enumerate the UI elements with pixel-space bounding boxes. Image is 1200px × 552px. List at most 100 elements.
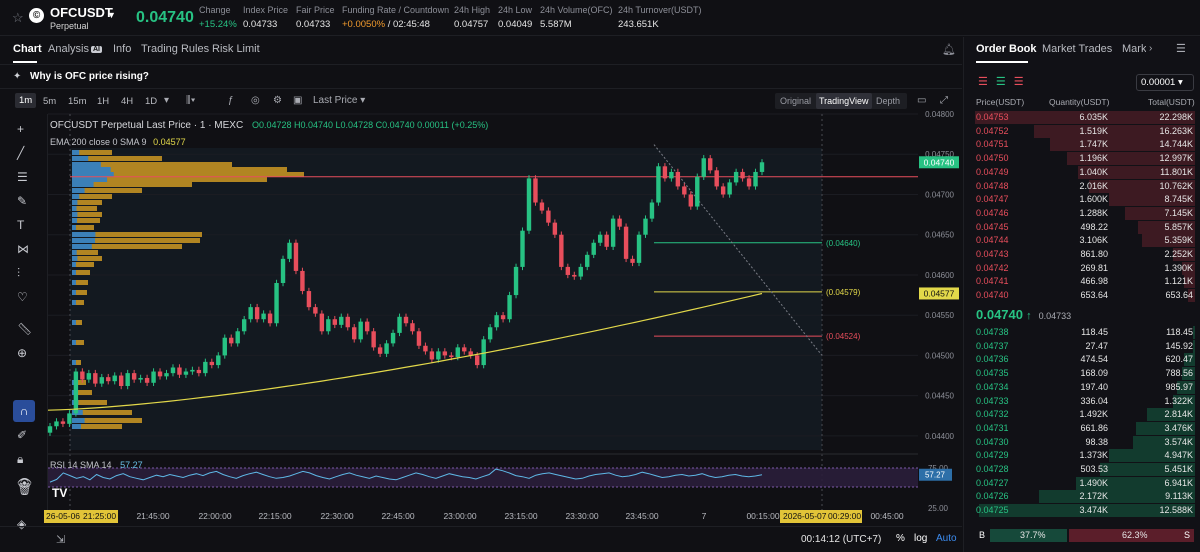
volume-profile-bar xyxy=(72,200,78,205)
volume-profile-bar xyxy=(72,167,111,172)
ask-row[interactable]: 0.04745 498.22 5.857K xyxy=(964,220,1200,235)
ask-row[interactable]: 0.04742 269.81 1.390K xyxy=(964,261,1200,276)
bid-total: 6.941K xyxy=(1164,477,1193,488)
tab-mark[interactable]: Mark xyxy=(1122,43,1146,55)
ask-row[interactable]: 0.04752 1.519K 16.263K xyxy=(964,124,1200,139)
candle-body xyxy=(436,351,441,360)
volume-profile-bar xyxy=(72,177,108,182)
mid-price-value: 0.04740 xyxy=(976,307,1023,322)
bid-quantity: 1.492K xyxy=(1079,409,1108,420)
candle-body xyxy=(54,421,59,427)
candle-body xyxy=(449,355,454,358)
ask-price: 0.04743 xyxy=(976,249,1009,259)
bid-row[interactable]: 0.04729 1.373K 4.947K xyxy=(964,449,1200,463)
ask-total: 12.997K xyxy=(1159,153,1193,164)
bid-row[interactable]: 0.04728 503.53 5.451K xyxy=(964,463,1200,477)
bid-row[interactable]: 0.04731 661.86 3.476K xyxy=(964,421,1200,436)
both-sides-view-icon[interactable]: ☰ xyxy=(978,76,988,88)
volume-profile-bar xyxy=(72,156,89,161)
bids-view-icon[interactable]: ☰ xyxy=(996,76,1006,88)
bid-row[interactable]: 0.04737 27.47 145.92 xyxy=(964,339,1200,354)
ask-row[interactable]: 0.04747 1.600K 8.745K xyxy=(964,193,1200,207)
candle-body xyxy=(319,313,325,332)
bid-row[interactable]: 0.04725 3.474K 12.588K xyxy=(964,504,1200,518)
candle-body xyxy=(623,226,629,259)
candle-body xyxy=(597,234,603,243)
candle-body xyxy=(177,367,182,375)
ask-row[interactable]: 0.04750 1.196K 12.997K xyxy=(964,152,1200,166)
candle-body xyxy=(682,186,687,195)
precision-select[interactable]: 0.00001 ▾ xyxy=(1136,74,1194,91)
percent-scale-button[interactable]: % xyxy=(896,533,905,544)
chevron-right-icon[interactable]: › xyxy=(1149,43,1152,54)
x-tick-label: 23:00:00 xyxy=(443,511,476,521)
bid-row[interactable]: 0.04738 118.45 118.45 xyxy=(964,326,1200,340)
tab-market-trades[interactable]: Market Trades xyxy=(1042,43,1112,55)
candle-body xyxy=(261,313,266,320)
clock[interactable]: 00:14:12 (UTC+7) xyxy=(801,534,881,545)
bid-row[interactable]: 0.04726 2.172K 9.113K xyxy=(964,490,1200,504)
volume-profile-bar xyxy=(72,212,78,217)
tab-order-book[interactable]: Order Book xyxy=(976,43,1037,55)
mid-price: 0.04740 ↑ 0.04733 xyxy=(976,307,1071,322)
bid-total: 620.47 xyxy=(1165,354,1193,365)
ask-row[interactable]: 0.04744 3.106K 5.359K xyxy=(964,234,1200,248)
ask-row[interactable]: 0.04743 861.80 2.252K xyxy=(964,248,1200,262)
bid-depth-bar xyxy=(1193,326,1195,339)
go-to-date-icon[interactable]: ⇲ xyxy=(56,533,65,546)
bid-row[interactable]: 0.04735 168.09 788.56 xyxy=(964,367,1200,381)
candle-body xyxy=(753,171,758,187)
volume-profile-bar xyxy=(72,172,114,177)
ask-row[interactable]: 0.04741 466.98 1.121K xyxy=(964,275,1200,289)
x-tick-label: 7 xyxy=(702,511,707,521)
bid-row[interactable]: 0.04727 1.490K 6.941K xyxy=(964,476,1200,491)
volume-profile-bar xyxy=(72,300,76,305)
y-tick-label: 0.04800 xyxy=(925,110,954,119)
ask-row[interactable]: 0.04753 6.035K 22.298K xyxy=(964,111,1200,125)
menu-icon[interactable]: ☰ xyxy=(1176,42,1186,55)
ask-quantity: 1.747K xyxy=(1079,139,1108,150)
candle-body xyxy=(326,319,331,332)
bid-total: 12.588K xyxy=(1159,505,1193,516)
bid-total: 9.113K xyxy=(1165,491,1193,502)
ask-price: 0.04741 xyxy=(976,276,1009,287)
ask-row[interactable]: 0.04749 1.040K 11.801K xyxy=(964,165,1200,180)
volume-profile-bar xyxy=(72,262,76,267)
y-tick-label: 0.04400 xyxy=(925,432,954,441)
ask-price: 0.04749 xyxy=(976,166,1009,177)
bid-row[interactable]: 0.04734 197.40 985.97 xyxy=(964,380,1200,395)
ask-row[interactable]: 0.04751 1.747K 14.744K xyxy=(964,138,1200,152)
tradingview-logo-icon: TV xyxy=(52,486,68,500)
bid-row[interactable]: 0.04732 1.492K 2.814K xyxy=(964,408,1200,422)
ask-total: 653.64 xyxy=(1165,290,1193,301)
auto-scale-button[interactable]: Auto xyxy=(936,533,957,544)
log-scale-button[interactable]: log xyxy=(914,533,927,544)
bid-row[interactable]: 0.04733 336.04 1.322K xyxy=(964,394,1200,409)
rsi-band xyxy=(48,468,918,487)
bid-row[interactable]: 0.04730 98.38 3.574K xyxy=(964,435,1200,450)
ask-row[interactable]: 0.04746 1.288K 7.145K xyxy=(964,206,1200,221)
bid-row[interactable]: 0.04736 474.54 620.47 xyxy=(964,353,1200,367)
volume-profile-bar xyxy=(72,206,77,211)
candle-body xyxy=(617,218,622,227)
candle-body xyxy=(630,258,635,263)
volume-profile-bar xyxy=(72,244,92,249)
price-chart[interactable]: 0.048000.047500.047000.046500.046000.045… xyxy=(0,0,962,526)
ask-row[interactable]: 0.04740 653.64 653.64 xyxy=(964,289,1200,303)
volume-profile-bar xyxy=(72,320,76,325)
candle-body xyxy=(526,178,532,231)
range-highlight xyxy=(70,148,822,450)
candle-body xyxy=(513,266,519,296)
asks-view-icon[interactable]: ☰ xyxy=(1014,76,1024,88)
bid-price: 0.04727 xyxy=(976,477,1009,488)
candle-body xyxy=(267,313,273,324)
candle-body xyxy=(720,186,726,195)
candle-body xyxy=(229,337,234,344)
active-tab-indicator xyxy=(976,61,1028,63)
candle-body xyxy=(86,373,92,380)
ask-quantity: 1.288K xyxy=(1079,207,1108,218)
ask-row[interactable]: 0.04748 2.016K 10.762K xyxy=(964,179,1200,194)
candle-body xyxy=(280,258,286,283)
ask-quantity: 1.600K xyxy=(1079,194,1108,205)
candle-body xyxy=(313,307,318,314)
